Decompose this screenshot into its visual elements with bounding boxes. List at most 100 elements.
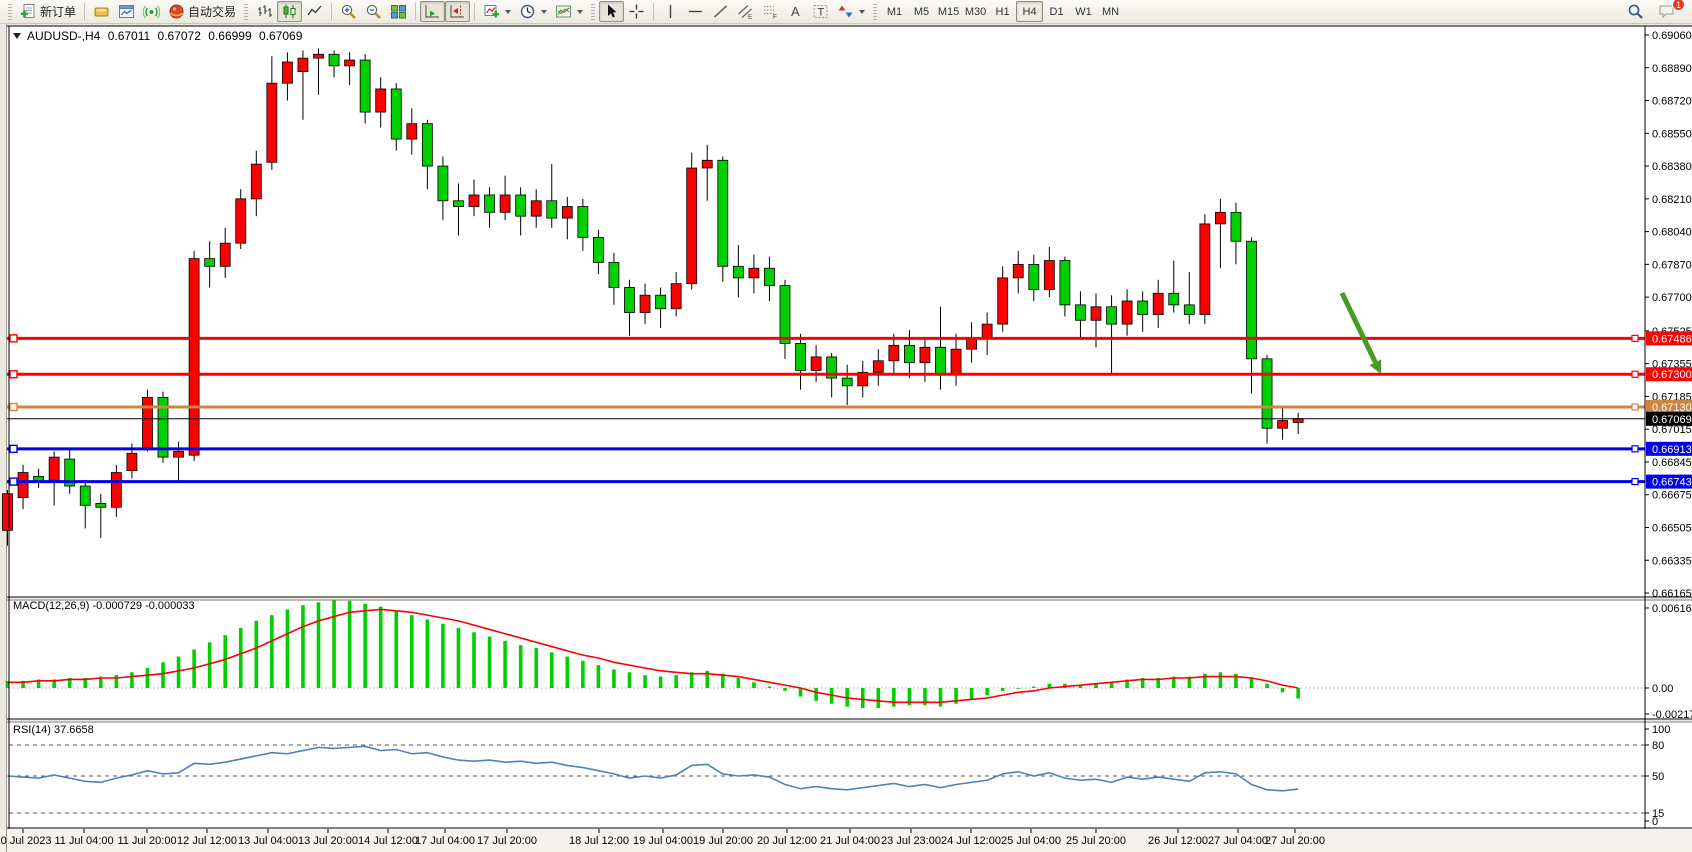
pane-splitter[interactable] [7,720,1692,721]
toolbar-separator [415,3,416,20]
channel-icon: E [737,3,754,20]
timeframe-m15-button[interactable]: M15 [935,1,962,22]
notifications-button[interactable]: 1 [1654,1,1680,22]
periods-dropdown-button[interactable] [515,1,551,22]
data-window-button[interactable] [114,1,139,22]
macd-histogram-bar [441,624,445,688]
templates-dropdown-button[interactable] [551,1,587,22]
timeframe-mn-button[interactable]: MN [1097,1,1124,22]
level-anchor-handle[interactable] [10,445,17,452]
time-label: 25 Jul 04:00 [1001,835,1061,847]
rsi-indicator-label: RSI(14) 37.6658 [13,724,94,736]
toolbar-grip[interactable] [591,4,595,20]
candle-up [1044,261,1054,290]
svg-text:F: F [773,14,777,21]
level-anchor-handle[interactable] [10,478,17,485]
candle-up [1278,421,1288,429]
candle-down [485,195,495,212]
candle-down [391,89,401,139]
chart-title: AUDUSD-,H4 0.67011 0.67072 0.66999 0.670… [13,29,306,43]
text-tool-button[interactable]: A [783,1,808,22]
timeframe-m1-button[interactable]: M1 [881,1,908,22]
tile-windows-icon [390,3,407,20]
crosshair-tool-button[interactable] [624,1,649,22]
pane-splitter[interactable] [7,598,1692,599]
timeframe-m30-button[interactable]: M30 [962,1,989,22]
market-watch-button[interactable] [89,1,114,22]
candle-up [531,201,541,216]
svg-text:T: T [818,7,825,19]
svg-text:0.67015: 0.67015 [1652,424,1692,436]
toolbar-grip[interactable] [244,4,248,20]
level-anchor-handle[interactable] [10,335,17,342]
timeframe-h1-button[interactable]: H1 [989,1,1016,22]
line-chart-button[interactable] [302,1,327,22]
level-anchor-handle[interactable] [10,404,17,411]
tile-windows-button[interactable] [386,1,411,22]
candle-up [702,160,712,168]
time-label: 11 Jul 20:00 [117,835,176,847]
candle-up [1200,224,1210,315]
trendline-tool-button[interactable] [708,1,733,22]
chart-background [7,26,1692,829]
candle-down [1107,307,1117,324]
timeframe-m5-button[interactable]: M5 [908,1,935,22]
candle-up [345,60,355,66]
cursor-icon [603,3,620,20]
fibonacci-tool-button[interactable]: F [758,1,783,22]
candle-up [3,494,13,531]
macd-histogram-bar [146,668,150,688]
zoom-out-button[interactable] [361,1,386,22]
search-button[interactable] [1623,1,1648,22]
auto-scroll-button[interactable] [420,1,445,22]
level-anchor-handle[interactable] [10,371,17,378]
macd-histogram-bar [1219,672,1223,688]
text-label-tool-button[interactable]: T [808,1,833,22]
cursor-tool-button[interactable] [599,1,624,22]
macd-histogram-bar [659,677,663,688]
horizontal-line-tool-button[interactable] [683,1,708,22]
timeframe-w1-button[interactable]: W1 [1070,1,1097,22]
macd-histogram-bar [1296,688,1300,698]
text-label-icon: T [812,3,829,20]
macd-histogram-bar [877,688,881,708]
svg-text:0.68720: 0.68720 [1652,96,1692,108]
macd-histogram-bar [970,688,974,699]
toolbar: 新订单 自动交易 [0,0,1692,24]
time-label: 13 Jul 20:00 [298,835,358,847]
auto-scroll-icon [424,3,441,20]
indicators-dropdown-button[interactable] [479,1,515,22]
candlestick-chart-button[interactable] [277,1,302,22]
toolbar-grip[interactable] [873,4,877,20]
vertical-line-tool-button[interactable] [658,1,683,22]
timeframe-h4-button[interactable]: H4 [1016,1,1043,22]
new-order-button[interactable]: 新订单 [16,1,80,22]
text-icon: A [787,3,804,20]
auto-trading-button[interactable]: 自动交易 [164,1,240,22]
chart-shift-icon [449,3,466,20]
chart-canvas[interactable]: 0.690600.688900.687200.685500.683800.682… [0,0,1692,852]
bar-chart-button[interactable] [252,1,277,22]
macd-name: MACD(12,26,9) [13,600,89,612]
macd-histogram-bar [317,602,321,688]
candle-up [220,243,230,266]
time-label: 27 Jul 20:00 [1265,835,1325,847]
candle-up [314,54,324,58]
candle-up [236,199,246,243]
svg-text:50: 50 [1652,771,1664,783]
collapse-chart-icon[interactable] [13,33,21,39]
candle-down [1060,261,1070,305]
macd-histogram-bar [286,609,290,688]
candle-down [205,259,215,267]
signals-button[interactable] [139,1,164,22]
timeframe-d1-button[interactable]: D1 [1043,1,1070,22]
chart-shift-button[interactable] [445,1,470,22]
arrows-dropdown-button[interactable] [833,1,869,22]
candle-up [267,83,277,162]
candle-up [142,397,152,447]
equidistant-channel-tool-button[interactable]: E [733,1,758,22]
toolbar-grip[interactable] [8,4,12,20]
zoom-in-button[interactable] [336,1,361,22]
macd-histogram-bar [861,688,865,708]
svg-text:0.68040: 0.68040 [1652,227,1692,239]
